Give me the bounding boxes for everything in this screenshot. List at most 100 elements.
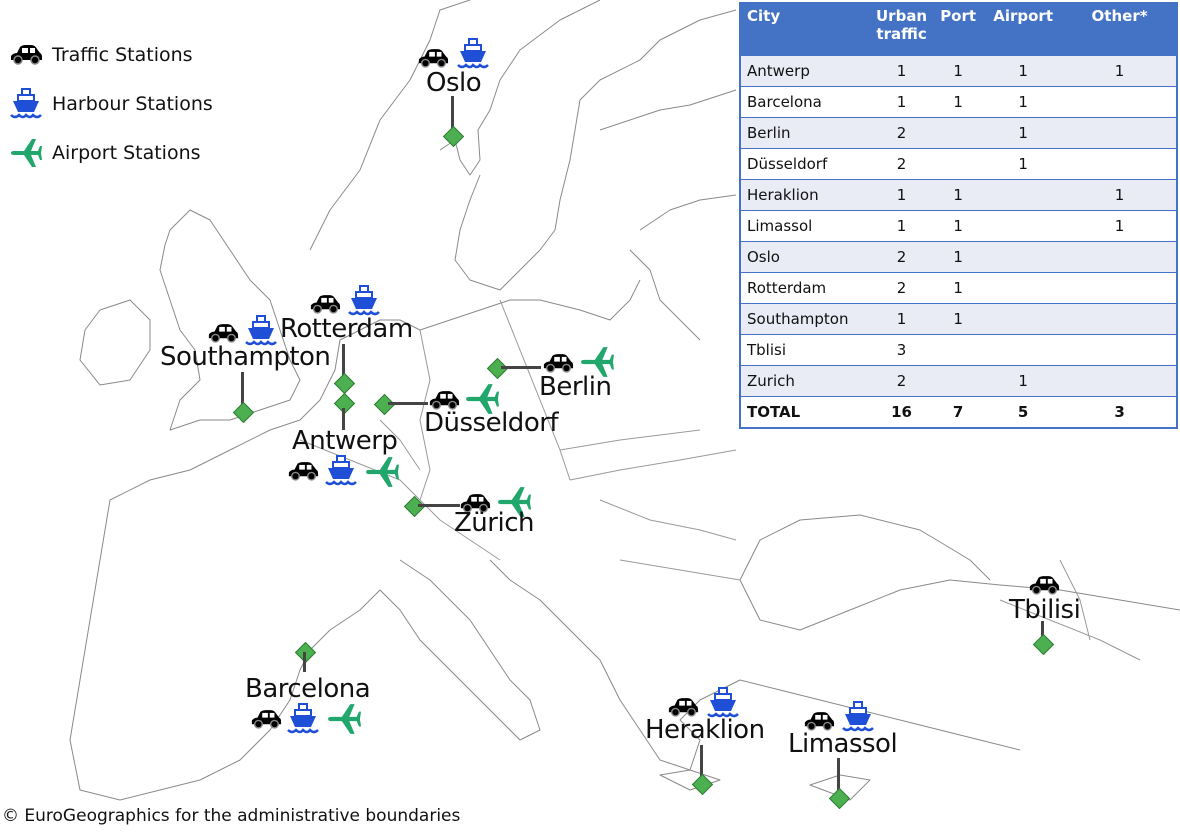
coastline-sweden <box>454 9 737 291</box>
cell-count <box>933 147 984 179</box>
airplane-icon <box>327 703 361 735</box>
city-label-zurich: Zürich <box>454 508 534 538</box>
coastline-finland <box>599 89 737 131</box>
table-row: Düsseldorf 2 1 <box>740 147 1177 179</box>
legend-label: Airport Stations <box>52 141 201 164</box>
cell-count: 1 <box>1063 209 1177 241</box>
cell-count <box>1063 302 1177 334</box>
ship-icon <box>287 703 319 735</box>
cell-count: 1 <box>870 178 934 210</box>
city-label-tbilisi: Tbilisi <box>1009 595 1081 625</box>
cell-city: Tblisi <box>740 333 870 365</box>
cell-count: 1 <box>983 54 1064 86</box>
legend-label: Harbour Stations <box>52 92 213 115</box>
city-label-oslo: Oslo <box>426 68 482 98</box>
table-row: Heraklion 1 1 1 <box>740 178 1177 210</box>
cell-count <box>983 333 1064 365</box>
coastline-uk <box>159 209 301 431</box>
connector-line <box>501 366 541 369</box>
airplane-icon <box>365 456 399 488</box>
cell-count: 1 <box>870 54 934 86</box>
cell-count <box>983 271 1064 303</box>
cell-count: 1 <box>933 302 984 334</box>
cell-count <box>1063 85 1177 117</box>
table-row: Limassol 1 1 1 <box>740 209 1177 241</box>
cell-count: 1 <box>983 85 1064 117</box>
car-icon <box>542 353 574 374</box>
cell-count <box>1063 116 1177 148</box>
cell-total-label: TOTAL <box>740 395 870 428</box>
cell-count <box>933 333 984 365</box>
ship-icon <box>325 455 357 487</box>
cell-total: 5 <box>983 395 1064 428</box>
cell-count <box>983 209 1064 241</box>
cell-count: 1 <box>1063 54 1177 86</box>
coastline-crete <box>659 769 721 791</box>
car-icon <box>207 323 239 344</box>
car-icon <box>417 48 449 69</box>
cell-count: 1 <box>1063 178 1177 210</box>
connector-line <box>303 652 306 672</box>
cell-city: Düsseldorf <box>740 147 870 179</box>
ship-icon <box>8 87 44 119</box>
city-label-rotterdam: Rotterdam <box>280 314 413 344</box>
table-row: Southampton 1 1 <box>740 302 1177 334</box>
column-header-port: Port <box>933 3 984 55</box>
cell-total: 16 <box>870 395 934 428</box>
cell-count: 1 <box>870 209 934 241</box>
car-icon <box>309 294 341 315</box>
stations-table: City Urban traffic Port Airport Other* A… <box>739 2 1178 429</box>
table-row: Oslo 2 1 <box>740 240 1177 272</box>
coastline-ireland <box>79 299 151 386</box>
table-row: Antwerp 1 1 1 1 <box>740 54 1177 86</box>
copyright-notice: © EuroGeographics for the administrative… <box>2 806 461 826</box>
city-label-antwerp: Antwerp <box>292 426 398 456</box>
connector-line <box>418 504 460 507</box>
cell-count: 1 <box>933 240 984 272</box>
cell-city: Southampton <box>740 302 870 334</box>
ship-icon <box>348 285 380 317</box>
cell-count <box>983 178 1064 210</box>
table-total-row: TOTAL 16 7 5 3 <box>740 395 1177 428</box>
city-label-heraklion: Heraklion <box>645 715 765 745</box>
table-row: Zurich 2 1 <box>740 364 1177 396</box>
coastline-baltic <box>539 194 737 341</box>
cell-count: 1 <box>933 209 984 241</box>
table-row: Berlin 2 1 <box>740 116 1177 148</box>
coastline-iberia <box>69 499 381 801</box>
cell-count <box>933 116 984 148</box>
table-row: Rotterdam 2 1 <box>740 271 1177 303</box>
legend-item-harbour: Harbour Stations <box>8 79 213 128</box>
cell-count: 1 <box>933 178 984 210</box>
cell-count: 2 <box>870 240 934 272</box>
cell-count <box>1063 333 1177 365</box>
cell-total: 7 <box>933 395 984 428</box>
legend: Traffic Stations Harbour Stations Airpor… <box>8 30 213 177</box>
ship-icon <box>457 38 489 70</box>
column-header-urban-traffic: Urban traffic <box>870 3 934 55</box>
cell-count: 1 <box>983 116 1064 148</box>
table-header-row: City Urban traffic Port Airport Other* <box>740 3 1177 55</box>
cell-count: 1 <box>870 302 934 334</box>
legend-item-airport: Airport Stations <box>8 128 213 177</box>
legend-item-traffic: Traffic Stations <box>8 30 213 79</box>
cell-count <box>1063 364 1177 396</box>
cell-total: 3 <box>1063 395 1177 428</box>
cell-count: 3 <box>870 333 934 365</box>
cell-city: Rotterdam <box>740 271 870 303</box>
cell-count <box>983 302 1064 334</box>
cell-count: 1 <box>933 271 984 303</box>
coastline-norway <box>309 0 601 251</box>
cell-city: Oslo <box>740 240 870 272</box>
car-icon <box>250 709 282 730</box>
cell-count <box>983 240 1064 272</box>
cell-count <box>1063 147 1177 179</box>
coastline-italy <box>379 559 541 741</box>
cell-city: Zurich <box>740 364 870 396</box>
cell-city: Berlin <box>740 116 870 148</box>
cell-count: 2 <box>870 364 934 396</box>
cell-count <box>1063 240 1177 272</box>
car-icon <box>287 461 319 482</box>
car-icon <box>1028 575 1060 596</box>
cell-count: 2 <box>870 116 934 148</box>
